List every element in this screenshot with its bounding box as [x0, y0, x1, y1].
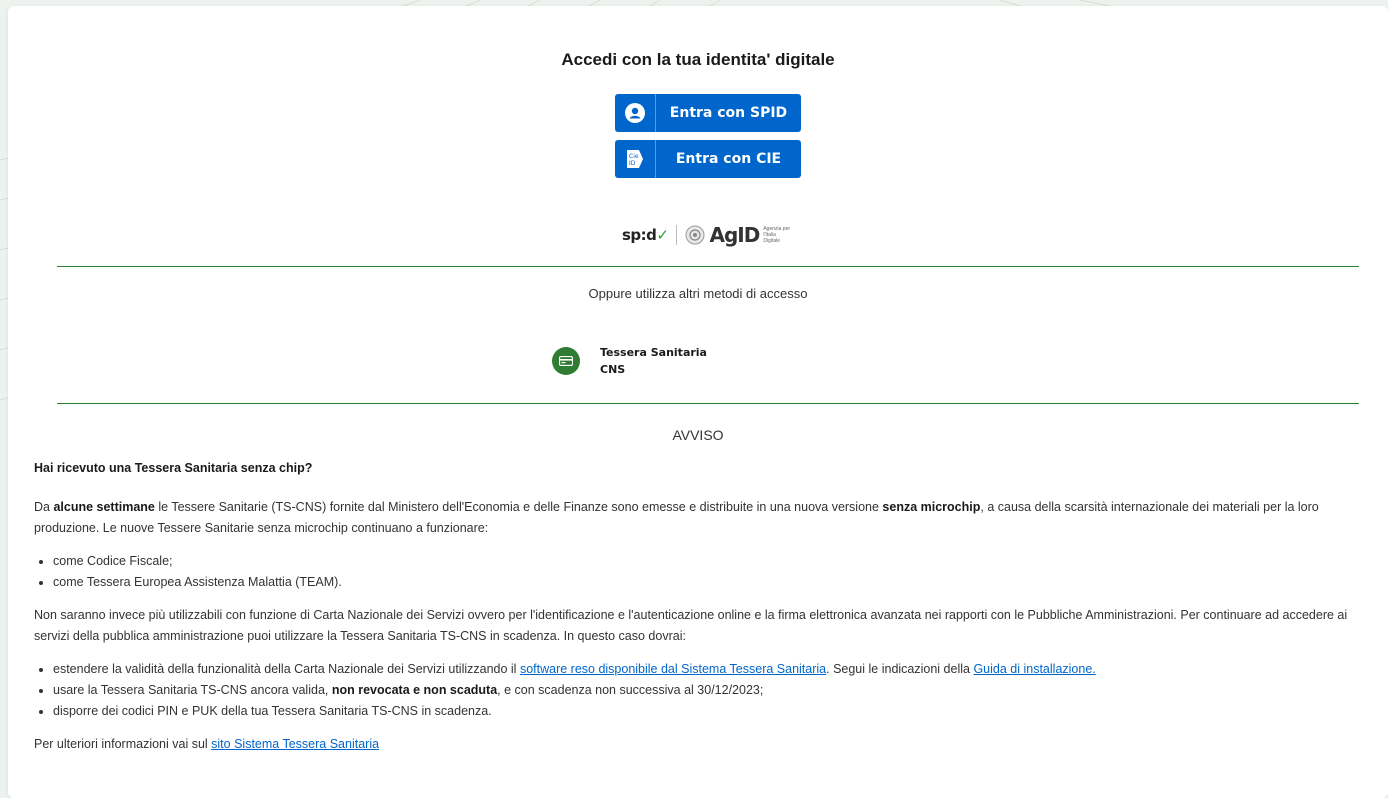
- cie-button-label: Entra con CIE: [675, 151, 782, 167]
- tessera-sanitaria-label: Tessera Sanitaria CNS: [600, 346, 707, 376]
- list-item: disporre dei codici PIN e PUK della tua …: [53, 701, 1374, 722]
- agid-emblem-icon: [685, 225, 705, 245]
- tessera-sanitaria-login-option[interactable]: Tessera Sanitaria CNS: [552, 344, 707, 378]
- software-link[interactable]: software reso disponibile dal Sistema Te…: [520, 662, 826, 676]
- list-item: usare la Tessera Sanitaria TS-CNS ancora…: [53, 680, 1374, 701]
- notice-paragraph-3: Per ulteriori informazioni vai sul sito …: [34, 737, 380, 751]
- list-item: estendere la validità della funzionalità…: [53, 659, 1374, 680]
- notice-heading: Hai ricevuto una Tessera Sanitaria senza…: [34, 461, 313, 475]
- agid-logo: AgID Agenzia per l'Italia Digitale: [685, 223, 793, 247]
- tessera-sanitaria-site-link[interactable]: sito Sistema Tessera Sanitaria: [211, 737, 379, 751]
- login-card: Accedi con la tua identita' digitale Ent…: [8, 6, 1388, 798]
- user-circle-icon: [615, 94, 656, 132]
- svg-text:Cie: Cie: [629, 153, 639, 160]
- spid-login-button[interactable]: Entra con SPID: [615, 94, 801, 132]
- notice-paragraph-2: Non saranno invece più utilizzabili con …: [34, 608, 1348, 643]
- card-icon: [552, 347, 580, 375]
- other-methods-label: Oppure utilizza altri metodi di accesso: [588, 286, 808, 301]
- cie-id-icon: Cie ID: [615, 140, 656, 178]
- functions-list: come Codice Fiscale; come Tessera Europe…: [34, 551, 1374, 593]
- cie-login-button[interactable]: Cie ID Entra con CIE: [615, 140, 801, 178]
- spid-logo: sp:d✓: [622, 226, 669, 244]
- divider-bottom: [57, 403, 1359, 404]
- logo-divider: [676, 225, 678, 245]
- list-item: come Codice Fiscale;: [53, 551, 1374, 572]
- notice-paragraph-1: Da alcune settimane le Tessere Sanitarie…: [34, 500, 1319, 535]
- requirements-list: estendere la validità della funzionalità…: [34, 659, 1374, 722]
- divider-top: [57, 266, 1359, 267]
- notice-title: AVVISO: [672, 427, 724, 443]
- installation-guide-link[interactable]: Guida di installazione.: [973, 662, 1095, 676]
- svg-text:ID: ID: [629, 160, 636, 167]
- notice-content: Hai ricevuto una Tessera Sanitaria senza…: [34, 458, 1374, 767]
- spid-button-label: Entra con SPID: [669, 105, 788, 121]
- list-item: come Tessera Europea Assistenza Malattia…: [53, 572, 1374, 593]
- page-title: Accedi con la tua identita' digitale: [561, 50, 835, 69]
- provider-logos: sp:d✓ AgID Agenzia per l'Italia Digitale: [622, 222, 793, 248]
